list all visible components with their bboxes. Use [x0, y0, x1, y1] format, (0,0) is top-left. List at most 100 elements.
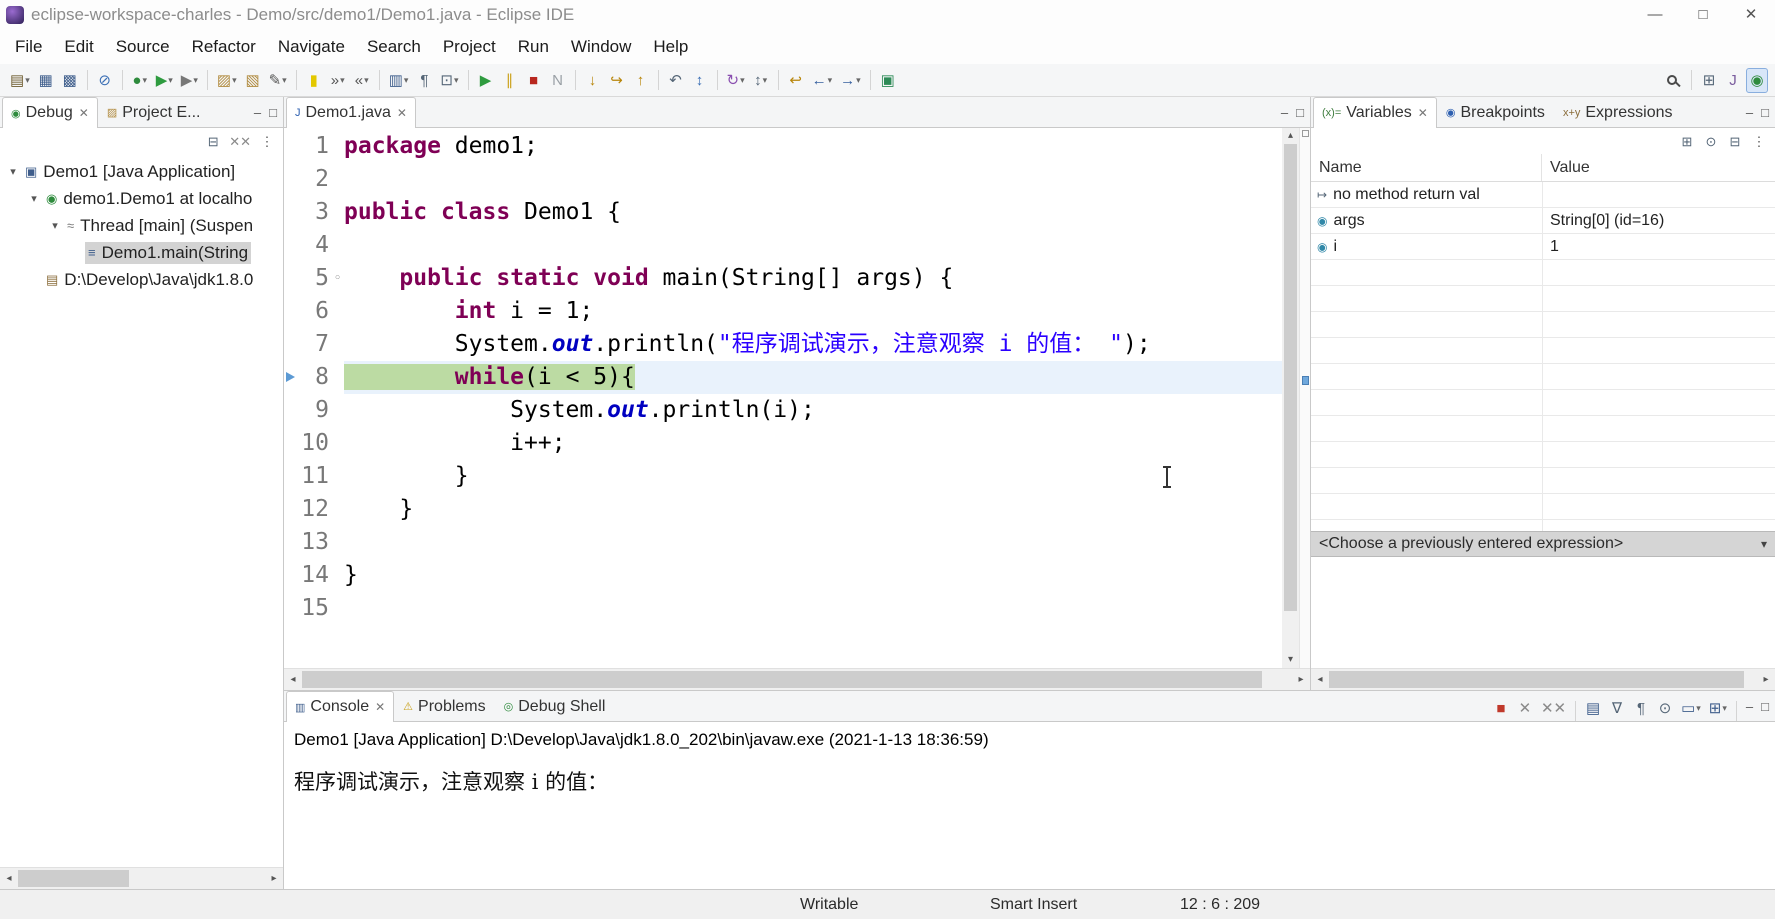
scroll-left-icon[interactable]: ◂	[0, 868, 18, 890]
minimize-view-icon[interactable]: –	[250, 105, 265, 120]
variables-detail-pane[interactable]	[1311, 557, 1775, 668]
remove-all-terminated-icon[interactable]: ✕✕	[226, 131, 254, 151]
code-line-6[interactable]: 6 int i = 1;	[284, 295, 1282, 328]
open-console-icon[interactable]: ▥▾	[386, 68, 412, 93]
scroll-left-icon[interactable]: ◂	[284, 669, 302, 691]
debug-tree-item-demo1-main-string[interactable]: ≡Demo1.main(String	[0, 239, 283, 266]
scroll-right-icon[interactable]: ▸	[265, 868, 283, 890]
expression-combo[interactable]: <Choose a previously entered expression>…	[1311, 531, 1775, 557]
menu-window[interactable]: Window	[560, 37, 642, 57]
clear-console-icon[interactable]: ▤	[1582, 696, 1604, 721]
java-perspective-icon[interactable]: J	[1722, 68, 1744, 93]
sort-icon[interactable]: ↕▾	[750, 68, 772, 93]
disconnect-icon[interactable]: N	[547, 68, 569, 93]
code-line-8[interactable]: 8 while(i < 5){	[284, 361, 1282, 394]
tab-debug-shell[interactable]: ◎Debug Shell	[495, 691, 615, 721]
debug-tree-item-d-develop-java-jdk1-8-0[interactable]: ▤D:\Develop\Java\jdk1.8.0	[0, 266, 283, 293]
maximize-window-button[interactable]: □	[1679, 0, 1727, 30]
collapse-all-icon[interactable]: ⊟	[1724, 131, 1746, 151]
use-step-filters-icon[interactable]: ↕	[689, 68, 711, 93]
debug-tree-item-demo1-demo1-at-localho[interactable]: ▾◉demo1.Demo1 at localho	[0, 185, 283, 212]
variable-row-args[interactable]: ◉argsString[0] (id=16)	[1311, 208, 1775, 234]
remove-all-launches-icon[interactable]: ✕✕	[1538, 696, 1569, 721]
skip-all-breakpoints-icon[interactable]: ⊘	[94, 68, 116, 93]
column-header-name[interactable]: Name	[1311, 154, 1542, 181]
code-line-14[interactable]: 14}	[284, 559, 1282, 592]
code-line-7[interactable]: 7 System.out.println("程序调试演示，注意观察 i 的值： …	[284, 328, 1282, 361]
scroll-up-icon[interactable]: ▴	[1282, 128, 1299, 144]
scroll-down-icon[interactable]: ▾	[1282, 652, 1299, 668]
scrollbar-thumb[interactable]	[1284, 144, 1297, 611]
debug-icon[interactable]: ●▾	[129, 68, 151, 93]
menu-source[interactable]: Source	[105, 37, 181, 57]
step-over-icon[interactable]: ↪	[606, 68, 628, 93]
code-editor[interactable]: 1package demo1;23public class Demo1 {45◦…	[284, 128, 1282, 668]
maximize-view-icon[interactable]: □	[1757, 105, 1773, 120]
close-window-button[interactable]: ✕	[1727, 0, 1775, 30]
fold-marker-icon[interactable]: ◦	[331, 262, 344, 295]
step-into-icon[interactable]: ↓	[582, 68, 604, 93]
tab-problems[interactable]: ⚠Problems	[394, 691, 494, 721]
close-tab-icon[interactable]: ✕	[375, 700, 385, 714]
pin-console-icon[interactable]: ⊙	[1654, 696, 1676, 721]
code-line-4[interactable]: 4	[284, 229, 1282, 262]
tab-console[interactable]: ▥Console✕	[286, 691, 394, 722]
maximize-view-icon[interactable]: □	[1757, 699, 1773, 714]
scrollbar-thumb[interactable]	[1329, 671, 1744, 688]
open-console-view-icon[interactable]: ⊞▾	[1706, 696, 1730, 721]
display-selected-console-icon[interactable]: ▭▾	[1678, 696, 1704, 721]
overview-ruler[interactable]	[1299, 128, 1310, 668]
suspend-icon[interactable]: ∥	[499, 68, 521, 93]
collapse-all-icon[interactable]: ⊟	[202, 131, 224, 151]
resume-icon[interactable]: ▶	[475, 68, 497, 93]
show-logical-structures-icon[interactable]: ⊙	[1700, 131, 1722, 151]
next-annotation-icon[interactable]: »▾	[327, 68, 349, 93]
tree-expander-icon[interactable]: ▾	[46, 219, 64, 232]
code-line-3[interactable]: 3public class Demo1 {	[284, 196, 1282, 229]
open-type-icon[interactable]: ▧	[242, 68, 264, 93]
back-icon[interactable]: ←▾	[809, 68, 836, 93]
show-type-names-icon[interactable]: ⊞	[1676, 131, 1698, 151]
close-tab-icon[interactable]: ✕	[79, 106, 89, 120]
scrollbar-thumb[interactable]	[302, 671, 1262, 688]
menu-project[interactable]: Project	[432, 37, 507, 57]
save-icon[interactable]: ▦	[35, 68, 57, 93]
code-line-9[interactable]: 9 System.out.println(i);	[284, 394, 1282, 427]
minimize-view-icon[interactable]: –	[1742, 699, 1757, 714]
editor-hscrollbar[interactable]: ◂▸	[284, 668, 1310, 690]
debug-hscrollbar[interactable]: ◂▸	[0, 867, 283, 889]
open-new-view-icon[interactable]: ▣	[877, 68, 899, 93]
scroll-left-icon[interactable]: ◂	[1311, 669, 1329, 691]
variables-hscrollbar[interactable]: ◂▸	[1311, 668, 1775, 690]
maximize-view-icon[interactable]: □	[265, 105, 281, 120]
save-all-icon[interactable]: ▩	[59, 68, 81, 93]
editor-vscrollbar[interactable]: ▴▾	[1282, 128, 1299, 668]
code-line-15[interactable]: 15	[284, 592, 1282, 625]
scroll-lock-icon[interactable]: ∇	[1606, 696, 1628, 721]
menu-search[interactable]: Search	[356, 37, 432, 57]
menu-file[interactable]: File	[4, 37, 53, 57]
menu-navigate[interactable]: Navigate	[267, 37, 356, 57]
code-line-2[interactable]: 2	[284, 163, 1282, 196]
close-tab-icon[interactable]: ✕	[397, 106, 407, 120]
menu-help[interactable]: Help	[642, 37, 699, 57]
minimize-window-button[interactable]: —	[1631, 0, 1679, 30]
word-wrap-icon[interactable]: ¶	[1630, 696, 1652, 721]
show-whitespace-icon[interactable]: ¶	[413, 68, 435, 93]
column-header-value[interactable]: Value	[1542, 159, 1775, 177]
debug-tree-item-demo1-java-application[interactable]: ▾▣Demo1 [Java Application]	[0, 158, 283, 185]
external-tools-icon[interactable]: ▶▾	[178, 68, 201, 93]
remove-launch-icon[interactable]: ✕	[1514, 696, 1536, 721]
step-return-icon[interactable]: ↑	[630, 68, 652, 93]
code-line-12[interactable]: 12 }	[284, 493, 1282, 526]
windows-icon[interactable]: ⊡▾	[437, 68, 461, 93]
tab-project-e[interactable]: ▨Project E...	[98, 97, 210, 127]
tab-expressions[interactable]: x+yExpressions	[1554, 97, 1682, 127]
drop-to-frame-icon[interactable]: ↶	[665, 68, 687, 93]
current-line-marker-icon[interactable]	[1302, 376, 1309, 385]
menu-refactor[interactable]: Refactor	[181, 37, 267, 57]
tab-variables[interactable]: (x)=Variables✕	[1313, 97, 1437, 128]
menu-run[interactable]: Run	[507, 37, 560, 57]
new-wizard-icon[interactable]: ▤▾	[7, 68, 33, 93]
code-line-1[interactable]: 1package demo1;	[284, 130, 1282, 163]
